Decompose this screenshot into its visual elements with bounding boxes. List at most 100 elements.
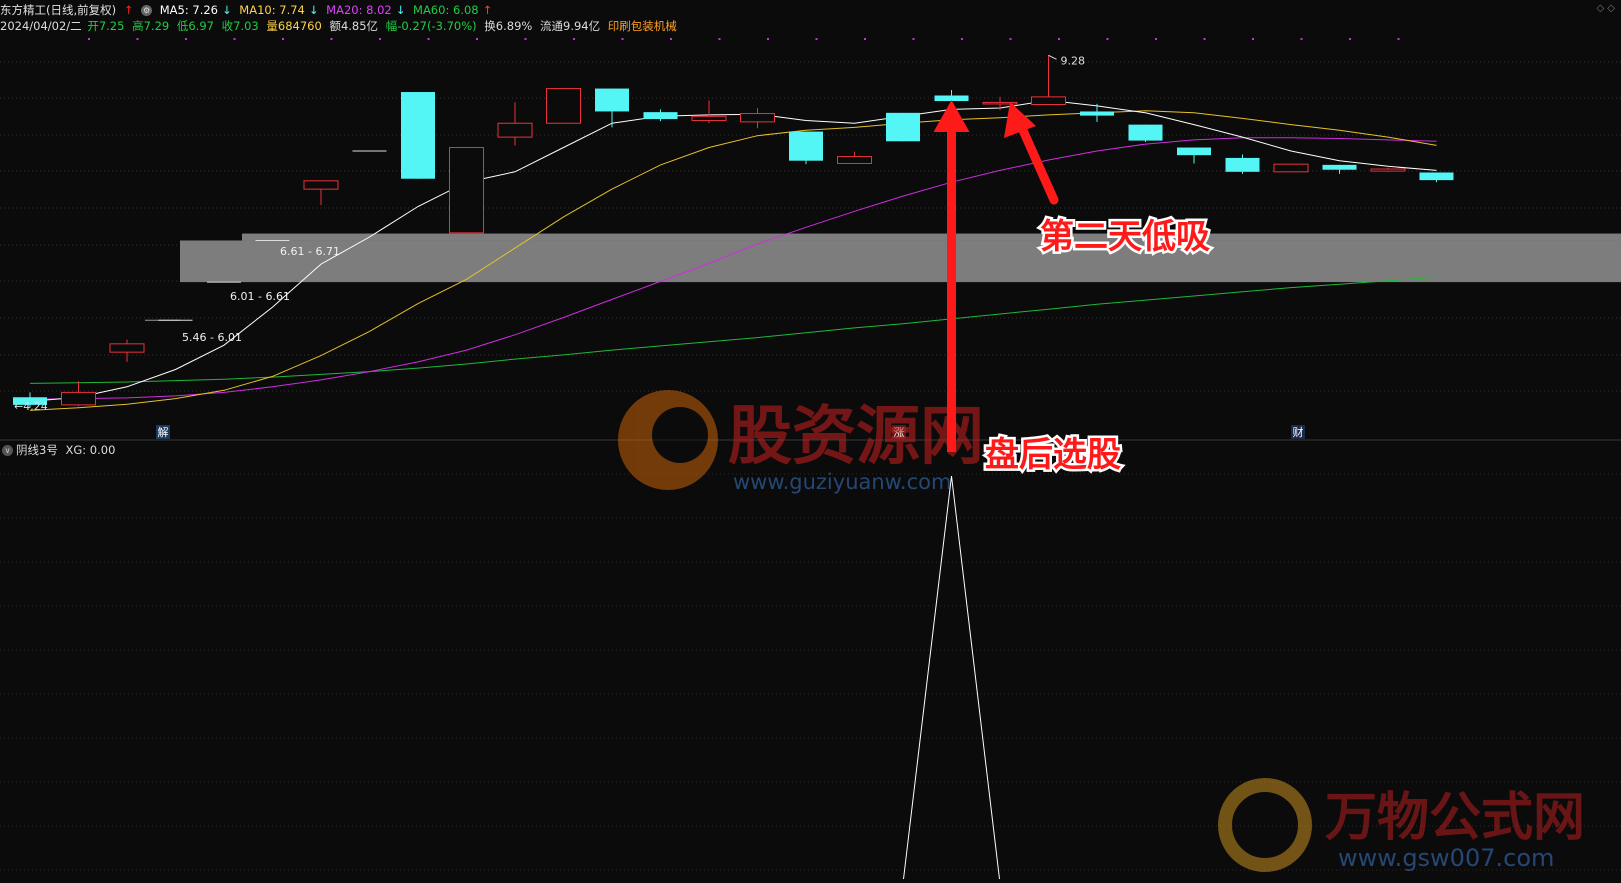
watermark-logo-hole [652,407,708,463]
candle-body [61,391,96,406]
candle-body [109,343,145,353]
xg-signal-spike [903,475,1000,880]
candle-body [643,112,678,120]
ma5-value: MA5: 7.26 ↓ [159,3,232,17]
top-marker-dot [1397,38,1400,40]
kline-svg: 6.61 - 6.71 6.01 - 6.61 5.46 - 6.01 9.28 ←4.… [0,38,1621,880]
annotation-arrow-diagonal [1017,123,1059,205]
collapse-icon[interactable]: ◇ ◇ [1596,3,1615,14]
quote-turnover: 换6.89% [484,19,533,33]
low-mark-label: ←4.24 [14,400,48,413]
top-marker-dot [185,38,187,40]
candle-body [595,88,629,112]
ma60-value: MA60: 6.08 ↑ [413,3,493,17]
candle-body [740,113,775,123]
quote-sector[interactable]: 印刷包装机械 [608,19,677,33]
candle-body [546,88,581,124]
candle-body [449,147,484,234]
quote-open: 开7.25 [87,19,125,33]
annotation-second-day: 第二天低吸 [1040,217,1210,257]
watermark-url2: www.gsw007.com [1338,844,1554,872]
top-marker-dot [524,38,527,40]
band-mid-label: 6.01 - 6.61 [230,290,290,303]
top-marker-dot [718,38,721,40]
candle-body [982,101,1018,105]
annotation-arrowhead-vertical [933,100,970,132]
top-marker-dot [330,38,333,40]
candle-body [1080,111,1114,116]
watermark2-logo-icon [1218,778,1312,872]
band-low-label: 5.46 - 6.01 [182,331,242,344]
candle-body [1419,172,1454,181]
candle-body [1225,157,1260,172]
quote-change: 幅-0.27(-3.70%) [385,19,477,33]
high-mark-pointer [1048,54,1057,60]
top-marker-dot [912,38,915,40]
chart-header-quote: 2024/04/02/二 开7.25 高7.29 低6.97 收7.03 量68… [0,18,681,34]
top-marker-dot [136,38,139,40]
marker-jie: 解 [158,425,169,439]
top-marker-dot [282,38,284,40]
candle-body [789,131,823,161]
top-marker-dot [1009,38,1012,40]
candle-body [1273,163,1309,173]
candle-body [1322,164,1357,170]
watermark-brand2: 万物公式网 [1325,787,1585,848]
watermark-guziyuan: 股资源网www.guziyuanw.com [618,390,984,494]
watermark-brand1: 股资源网 [728,399,984,474]
quote-amount: 额4.85亿 [329,19,379,33]
top-marker-dot [476,38,478,40]
top-marker-dot [864,38,866,40]
band-mid [180,240,1621,283]
top-marker-dot [573,38,575,40]
candle-body [1370,168,1406,172]
indicator-name[interactable]: 阴线3号 [16,443,58,457]
quote-close: 收7.03 [221,19,259,33]
candle-body [691,115,727,121]
high-mark-label: 9.28 [1061,54,1086,67]
indicator-header: ∨ 阴线3号 XG: 0.00 [2,442,115,458]
indicator-xg-value: XG: 0.00 [65,443,116,457]
top-marker-dot [1349,38,1351,40]
stock-title[interactable]: 东方精工(日线,前复权) [0,3,116,17]
top-marker-dot [1106,38,1109,40]
chevron-down-icon[interactable]: ∨ [2,445,13,456]
chart-header-main: 东方精工(日线,前复权) ↑ ⚙ MA5: 7.26 ↓ MA10: 7.74 ↓ … [0,2,496,18]
candle-body [886,112,920,142]
ma20-value: MA20: 8.02 ↓ [326,3,406,17]
candle-body [401,92,435,179]
annotation-after-close: 盘后选股 [985,435,1121,475]
candle-body [303,180,339,190]
kline-chart-area[interactable]: 6.61 - 6.71 6.01 - 6.61 5.46 - 6.01 9.28 ←4.… [0,0,1621,880]
quote-low: 低6.97 [176,19,214,33]
watermark-gsw: 万物公式网www.gsw007.com [1218,778,1585,872]
top-marker-dot [1155,38,1157,40]
top-marker-dot [767,38,769,40]
top-marker-dot [427,38,430,40]
band-top-label: 6.61 - 6.71 [280,245,340,258]
top-marker-dot [961,38,963,40]
top-marker-dot [1203,38,1206,40]
quote-volume: 量684760 [266,19,322,33]
top-marker-dot [379,38,381,40]
up-arrow-icon: ↑ [123,3,134,17]
top-marker-dot [1058,38,1060,40]
watermark-url1: www.guziyuanw.com [733,470,951,494]
top-marker-dot [815,38,818,40]
ma10-value: MA10: 7.74 ↓ [239,3,319,17]
quote-high: 高7.29 [132,19,170,33]
top-marker-dot [1252,38,1254,40]
top-marker-dot [670,38,672,40]
candle-body [1177,147,1211,156]
top-marker-dot [1300,38,1303,40]
quote-date: 2024/04/02/二 [0,19,82,33]
candle-body [1031,96,1066,106]
quote-float: 流通9.94亿 [540,19,601,33]
marker-cai: 财 [1293,425,1304,439]
candle-body [837,156,872,164]
candle-body [497,122,533,138]
top-marker-dot [88,38,90,40]
candle-body [1128,124,1163,141]
band-top [242,233,1621,241]
settings-gear-icon[interactable]: ⚙ [141,5,153,16]
